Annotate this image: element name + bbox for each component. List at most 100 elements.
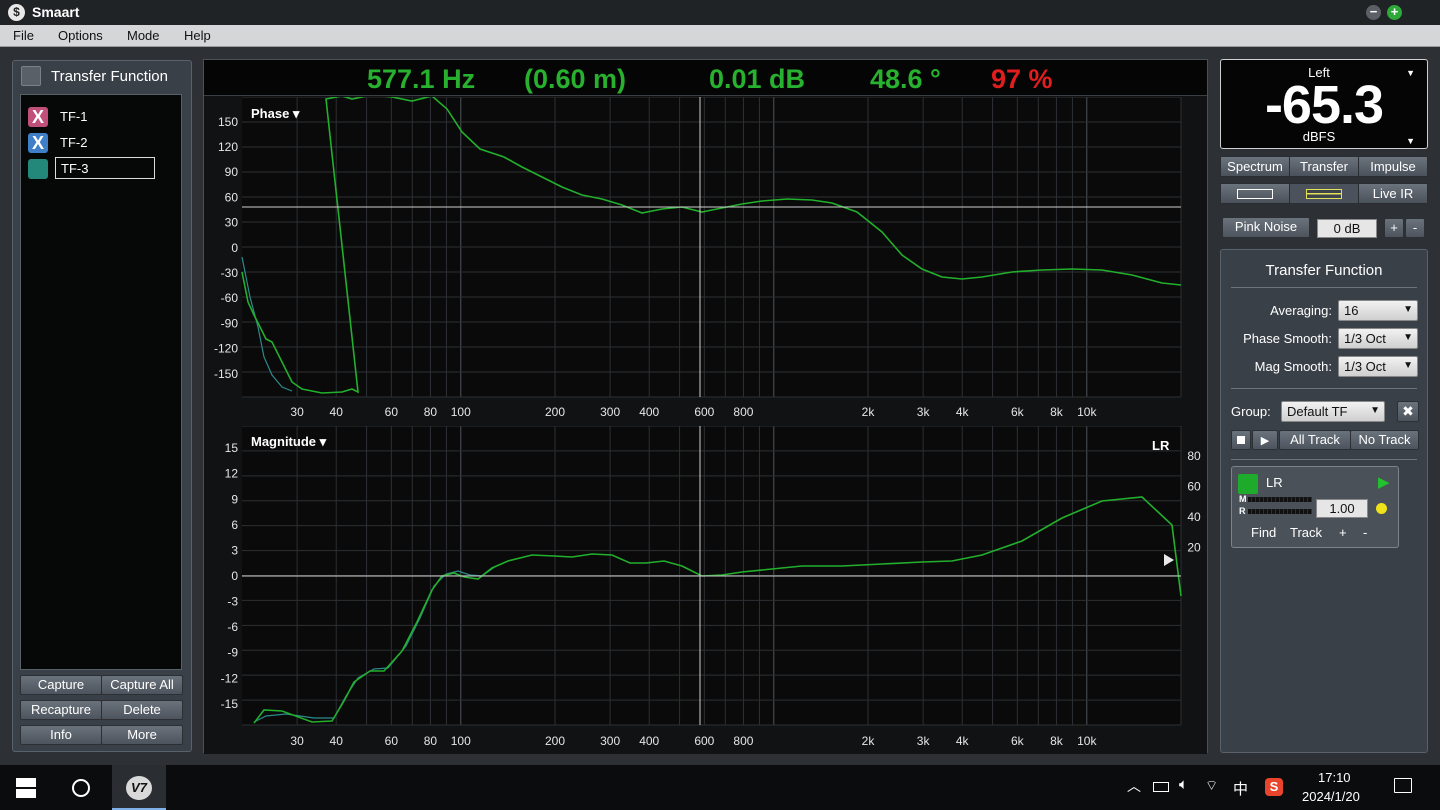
delete-button[interactable]: Delete xyxy=(101,700,183,720)
measurement-card-lr[interactable]: LR ▶ M R 1.00 Find Track + - xyxy=(1231,466,1399,548)
phase-x-tick-label: 80 xyxy=(424,405,438,419)
panel-enable-checkbox[interactable] xyxy=(21,66,41,86)
delay-down-button[interactable]: - xyxy=(1363,525,1367,540)
notification-icon[interactable] xyxy=(1394,778,1412,793)
all-track-button[interactable]: All Track xyxy=(1279,430,1351,450)
mag-smooth-select[interactable]: 1/3 Oct ▼ xyxy=(1338,356,1418,377)
phase-y-tick-label: 60 xyxy=(225,190,239,204)
delay-up-button[interactable]: + xyxy=(1339,525,1347,540)
averaging-label: Averaging: xyxy=(1270,303,1332,318)
tab-transfer[interactable]: Transfer xyxy=(1289,156,1359,177)
magnitude-x-tick-label: 8k xyxy=(1050,734,1064,748)
close-icon[interactable]: X xyxy=(28,133,48,153)
start-button[interactable] xyxy=(16,778,36,798)
phase-plot[interactable]: 1501209060300-30-60-90-120-150 30 40 60 80 1… xyxy=(204,97,1207,426)
magnitude-y-tick-label: 6 xyxy=(231,518,238,532)
measurement-color-swatch[interactable] xyxy=(1238,474,1258,494)
clock-date[interactable]: 2024/1/20 xyxy=(1302,789,1360,804)
taskbar-app-smaart[interactable]: V7 xyxy=(112,765,166,810)
generator-level-up-button[interactable]: + xyxy=(1384,218,1404,238)
play-icon: ▶ xyxy=(1260,435,1270,447)
averaging-value: 16 xyxy=(1344,303,1359,318)
wifi-icon[interactable]: ⌔ xyxy=(1205,777,1218,795)
pink-noise-button[interactable]: Pink Noise xyxy=(1222,217,1310,238)
list-item-tf-1[interactable]: X TF-1 xyxy=(28,105,178,127)
color-swatch-icon[interactable] xyxy=(28,159,48,179)
magnitude-x-tick-label: 800 xyxy=(733,734,753,748)
menu-help[interactable]: Help xyxy=(184,28,211,43)
readout-coherence: 97 % xyxy=(991,64,1053,94)
smaart-logo-icon: $ xyxy=(8,4,25,21)
group-tools-button[interactable]: ✖ xyxy=(1397,401,1419,422)
magnitude-x-tick-label: 2k xyxy=(862,734,876,748)
generator-level-field[interactable]: 0 dB xyxy=(1317,219,1377,238)
play-icon[interactable]: ▶ xyxy=(1378,473,1390,491)
phase-y-tick-label: 120 xyxy=(218,140,238,154)
chevron-down-icon[interactable]: ▼ xyxy=(1406,136,1415,146)
no-track-button[interactable]: No Track xyxy=(1350,430,1419,450)
chevron-up-icon[interactable]: ︿ xyxy=(1127,776,1141,796)
mag-smooth-value: 1/3 Oct xyxy=(1344,359,1386,374)
list-item-tf-3[interactable]: TF-3 xyxy=(28,157,178,179)
magnitude-x-tick-label: 10k xyxy=(1077,734,1097,748)
chevron-down-icon: ▼ xyxy=(1403,360,1413,371)
info-button[interactable]: Info xyxy=(20,725,102,745)
phase-plot-label[interactable]: Phase ▾ xyxy=(251,106,300,121)
settings-title: Transfer Function xyxy=(1265,262,1383,279)
averaging-select[interactable]: 16 ▼ xyxy=(1338,300,1418,321)
stop-button[interactable] xyxy=(1231,430,1251,450)
menu-options[interactable]: Options xyxy=(58,28,103,43)
dual-plot-view-button[interactable] xyxy=(1289,183,1359,204)
coherence-tick-label: 60 xyxy=(1187,480,1201,494)
clock-time[interactable]: 17:10 xyxy=(1318,770,1351,785)
cursor-readout: 577.1 Hz (0.60 m) 0.01 dB 48.6 ° 97 % xyxy=(204,60,1207,96)
chevron-down-icon[interactable]: ▼ xyxy=(1406,68,1415,78)
menu-file[interactable]: File xyxy=(13,28,34,43)
phase-smooth-select[interactable]: 1/3 Oct ▼ xyxy=(1338,328,1418,349)
magnitude-x-tick-label: 40 xyxy=(330,734,344,748)
magnitude-y-tick-label: 0 xyxy=(231,569,238,583)
ime-indicator[interactable]: 中 xyxy=(1233,778,1248,799)
recapture-button[interactable]: Recapture xyxy=(20,700,102,720)
menu-bar: File Options Mode Help xyxy=(0,25,1440,47)
menu-mode[interactable]: Mode xyxy=(127,28,160,43)
volume-icon[interactable]: 🔈︎ xyxy=(1179,776,1188,793)
play-button[interactable]: ▶ xyxy=(1252,430,1278,450)
magnitude-plot-label[interactable]: Magnitude ▾ xyxy=(251,434,327,449)
search-button[interactable] xyxy=(72,779,90,797)
readout-phase: 48.6 ° xyxy=(870,64,941,94)
minimize-button[interactable]: − xyxy=(1366,5,1381,20)
group-select[interactable]: Default TF ▼ xyxy=(1281,401,1385,422)
more-button[interactable]: More xyxy=(101,725,183,745)
maximize-button[interactable]: + xyxy=(1387,5,1402,20)
tab-impulse[interactable]: Impulse xyxy=(1358,156,1428,177)
list-item-tf-2[interactable]: X TF-2 xyxy=(28,131,178,153)
close-icon[interactable]: X xyxy=(28,107,48,127)
phase-y-tick-label: -90 xyxy=(221,316,239,330)
generator-level-down-button[interactable]: - xyxy=(1405,218,1425,238)
coherence-tick-label: 80 xyxy=(1187,449,1201,463)
live-ir-button[interactable]: Live IR xyxy=(1358,183,1428,204)
capture-button[interactable]: Capture xyxy=(20,675,102,695)
magnitude-y-tick-label: -9 xyxy=(227,646,238,660)
list-item-label: TF-1 xyxy=(60,109,88,124)
find-button[interactable]: Find xyxy=(1251,525,1276,540)
track-button[interactable]: Track xyxy=(1290,525,1322,540)
gain-field[interactable]: 1.00 xyxy=(1316,499,1368,518)
capture-all-button[interactable]: Capture All xyxy=(101,675,183,695)
input-meter-m xyxy=(1248,497,1312,502)
phase-y-tick-label: 30 xyxy=(225,216,239,230)
phase-x-tick-label: 8k xyxy=(1050,405,1064,419)
magnitude-x-tick-label: 6k xyxy=(1011,734,1025,748)
tab-spectrum[interactable]: Spectrum xyxy=(1220,156,1290,177)
group-label: Group: xyxy=(1231,404,1271,419)
sogou-input-icon[interactable]: S xyxy=(1265,778,1283,796)
single-plot-view-button[interactable] xyxy=(1220,183,1290,204)
magnitude-x-tick-label: 60 xyxy=(385,734,399,748)
magnitude-plot[interactable]: 15129630-3-6-9-12-15 80604020 30 40 60 80 10… xyxy=(204,426,1207,754)
divider xyxy=(1231,459,1417,460)
battery-icon[interactable] xyxy=(1153,782,1169,792)
level-meter[interactable]: Left -65.3 dBFS ▼ ▼ xyxy=(1220,59,1428,149)
rename-field[interactable]: TF-3 xyxy=(55,157,155,179)
phase-smooth-label: Phase Smooth: xyxy=(1243,331,1332,346)
